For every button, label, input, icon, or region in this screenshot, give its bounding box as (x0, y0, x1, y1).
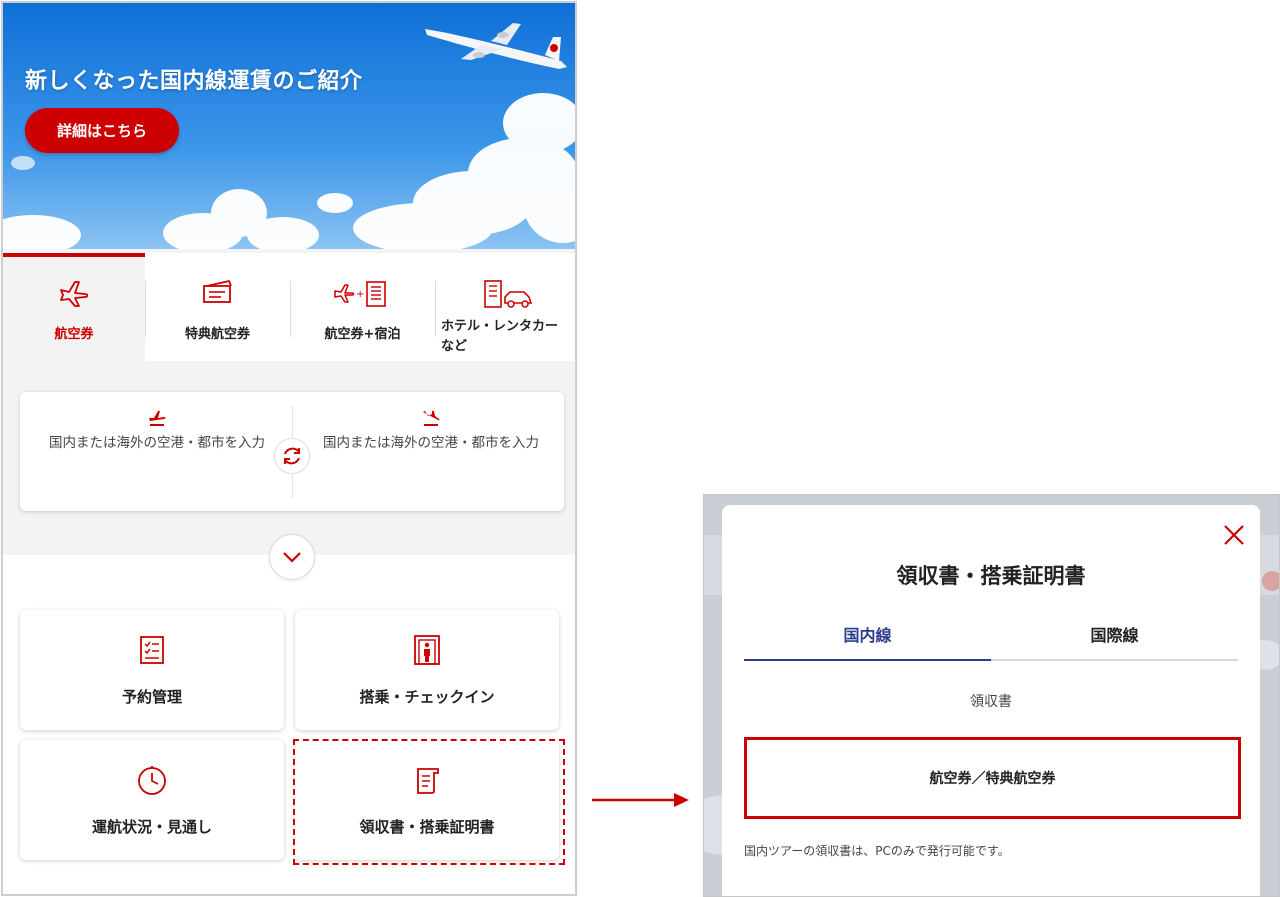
airplane-hotel-icon: + (333, 275, 393, 311)
arrival-icon (306, 408, 556, 430)
booking-tabs: 航空券 特典航空券 + 航空券+宿泊 ホテル・レンタカー など (3, 253, 575, 361)
tab-divider (290, 281, 291, 337)
svg-text:+: + (356, 289, 364, 300)
tab-divider (145, 281, 146, 337)
receipt-dialog: 領収書・搭乗証明書 国内線 国際線 領収書 航空券／特典航空券 国内ツアーの領収… (722, 505, 1260, 896)
menu-label: 運航状況・見通し (91, 818, 212, 836)
checklist-icon (20, 632, 284, 668)
tab-flight-hotel[interactable]: + 航空券+宿泊 (290, 253, 435, 361)
boarding-gate-icon (295, 632, 559, 668)
menu-label: 予約管理 (121, 688, 182, 706)
section-heading: 領収書 (970, 694, 1012, 710)
destination-placeholder: 国内または海外の空港・都市を入力 (323, 435, 539, 451)
tab-international[interactable]: 国際線 (991, 625, 1238, 659)
arrow-right-icon (592, 793, 689, 807)
tab-label-line2: など (441, 339, 468, 354)
swap-icon (284, 447, 300, 465)
ticket-receipt-button[interactable]: 航空券／特典航空券 (744, 737, 1241, 819)
tab-hotel-car[interactable]: ホテル・レンタカー など (435, 253, 575, 361)
tab-label: 特典航空券 (184, 327, 250, 342)
award-ticket-icon (201, 275, 235, 311)
tab-label: 航空券 (54, 327, 94, 342)
tab-award-ticket[interactable]: 特典航空券 (145, 253, 290, 361)
close-icon[interactable] (1222, 523, 1246, 547)
clock-icon (20, 762, 284, 798)
tab-divider (435, 281, 436, 337)
mobile-home-screen: 新しくなった国内線運賃のご紹介 詳細はこちら 航空券 特典航空券 + 航空券+宿… (1, 1, 577, 896)
tab-flight[interactable]: 航空券 (3, 253, 145, 361)
chevron-down-icon (283, 552, 301, 563)
hotel-car-icon (483, 275, 535, 311)
origin-field[interactable]: 国内または海外の空港・都市を入力 (32, 392, 282, 511)
menu-reservation-management[interactable]: 予約管理 (20, 610, 284, 730)
departure-icon (32, 408, 282, 430)
highlight-frame (293, 739, 565, 865)
tab-label: 航空券+宿泊 (324, 327, 401, 342)
route-search-card: 国内または海外の空港・都市を入力 国内または海外の空港・都市を入力 (20, 392, 564, 511)
route-type-tabs: 国内線 国際線 (744, 625, 1238, 661)
dialog-title: 領収書・搭乗証明書 (896, 564, 1086, 588)
airplane-icon (57, 275, 91, 311)
swap-route-button[interactable] (274, 438, 310, 474)
hero-banner[interactable]: 新しくなった国内線運賃のご紹介 詳細はこちら (3, 3, 575, 249)
airplane-photo (425, 23, 567, 69)
origin-placeholder: 国内または海外の空港・都市を入力 (49, 435, 265, 451)
receipt-modal-screen: 領収書・搭乗証明書 国内線 国際線 領収書 航空券／特典航空券 国内ツアーの領収… (703, 494, 1280, 897)
tour-receipt-note: 国内ツアーの領収書は、PCのみで発行可能です。 (744, 844, 1010, 858)
expand-search-button[interactable] (269, 534, 315, 580)
menu-boarding-checkin[interactable]: 搭乗・チェックイン (295, 610, 559, 730)
tab-label-line1: ホテル・レンタカー (441, 319, 559, 334)
destination-field[interactable]: 国内または海外の空港・都市を入力 (306, 392, 556, 511)
menu-flight-status[interactable]: 運航状況・見通し (20, 740, 284, 860)
tab-domestic[interactable]: 国内線 (744, 625, 991, 661)
menu-label: 搭乗・チェックイン (359, 688, 495, 706)
hero-title: 新しくなった国内線運賃のご紹介 (25, 69, 363, 94)
details-button[interactable]: 詳細はこちら (25, 108, 179, 153)
